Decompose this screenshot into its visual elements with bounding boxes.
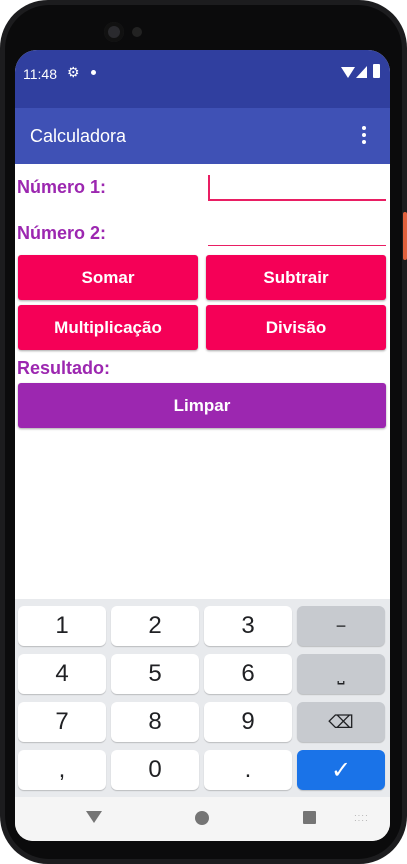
key-6[interactable]: 6 xyxy=(204,654,292,694)
key-4[interactable]: 4 xyxy=(18,654,106,694)
number1-label: Número 1: xyxy=(17,177,107,197)
number2-input[interactable] xyxy=(208,221,386,246)
app-bar: Calculadora xyxy=(15,108,390,164)
app-title: Calculadora xyxy=(30,126,127,146)
multiplicacao-button[interactable]: Multiplicação xyxy=(18,305,198,350)
text-cursor xyxy=(208,175,210,199)
key-3[interactable]: 3 xyxy=(204,606,292,646)
result-label: Resultado: xyxy=(17,358,111,378)
check-icon[interactable]: ✓ xyxy=(297,750,385,790)
limpar-button[interactable]: Limpar xyxy=(18,383,386,428)
key-5[interactable]: 5 xyxy=(111,654,199,694)
number2-label: Número 2: xyxy=(17,223,107,243)
key-7[interactable]: 7 xyxy=(18,702,106,742)
gear-icon: ⚙ xyxy=(67,64,80,80)
divisao-button[interactable]: Divisão xyxy=(206,305,386,350)
home-icon[interactable] xyxy=(195,811,209,825)
key-8[interactable]: 8 xyxy=(111,702,199,742)
key-9[interactable]: 9 xyxy=(204,702,292,742)
phone-frame: 11:48 ⚙ Calculadora Número 1: Número 2: … xyxy=(0,0,407,864)
subtrair-button[interactable]: Subtrair xyxy=(206,255,386,300)
key-period[interactable]: . xyxy=(204,750,292,790)
status-bar: 11:48 ⚙ xyxy=(15,50,390,108)
key-2[interactable]: 2 xyxy=(111,606,199,646)
key-1[interactable]: 1 xyxy=(18,606,106,646)
sensor xyxy=(132,27,142,37)
key-0[interactable]: 0 xyxy=(111,750,199,790)
keyboard-switch-icon[interactable]: ···· ···· xyxy=(354,812,372,825)
battery-icon xyxy=(373,64,380,78)
front-camera xyxy=(104,22,124,42)
number1-input[interactable] xyxy=(208,175,386,201)
back-icon[interactable] xyxy=(86,811,102,823)
more-vert-icon[interactable] xyxy=(361,126,367,146)
dot-icon xyxy=(91,70,96,75)
backspace-icon[interactable]: ⌫ xyxy=(297,702,385,742)
navigation-bar: ···· ···· xyxy=(15,797,390,841)
recents-icon[interactable] xyxy=(303,811,316,824)
key-comma[interactable]: , xyxy=(18,750,106,790)
power-button[interactable] xyxy=(403,212,407,260)
somar-button[interactable]: Somar xyxy=(18,255,198,300)
key-minus[interactable]: − xyxy=(297,606,385,646)
space-icon[interactable]: ⎵ xyxy=(297,654,385,694)
signal-icon xyxy=(356,66,367,78)
status-time: 11:48 xyxy=(23,66,57,82)
screen: 11:48 ⚙ Calculadora Número 1: Número 2: … xyxy=(15,50,390,841)
numeric-keyboard: 1 2 3 − 4 5 6 ⎵ 7 8 9 ⌫ , 0 . ✓ xyxy=(15,599,390,797)
wifi-icon xyxy=(341,67,355,78)
